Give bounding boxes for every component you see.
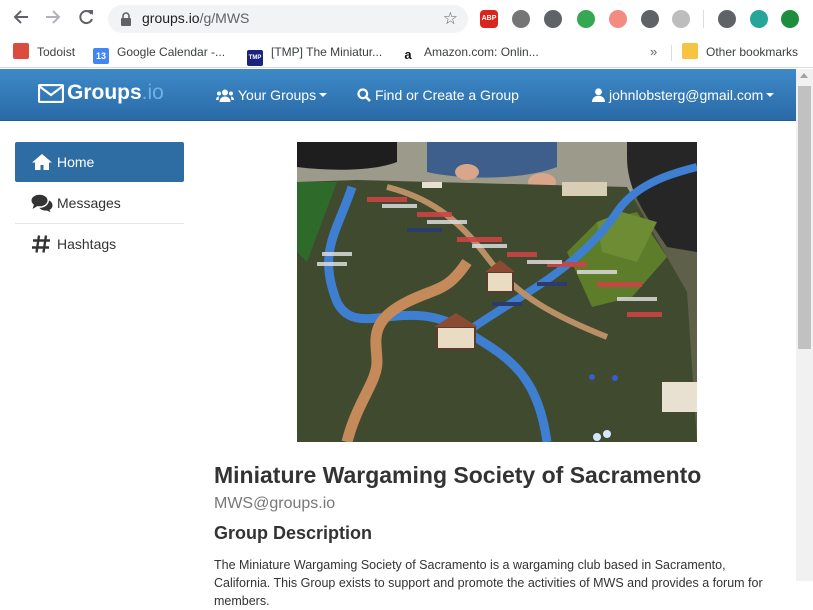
- bookmark-star-icon[interactable]: ☆: [443, 9, 458, 29]
- bookmark-google-calendar[interactable]: 13 Google Calendar -...: [93, 43, 226, 64]
- extension-circle-icon[interactable]: [641, 10, 659, 28]
- sidebar-item-home[interactable]: Home: [15, 142, 184, 182]
- other-bookmarks-folder[interactable]: Other bookmarks: [682, 43, 798, 61]
- amazon-icon: a: [400, 47, 416, 63]
- group-cover-photo: [297, 142, 697, 442]
- caret-down-icon: [766, 93, 775, 97]
- bookmark-separator: [671, 45, 672, 61]
- bookmark-label: Todoist: [37, 45, 76, 59]
- home-icon: [32, 154, 52, 170]
- logo-text: Groups: [67, 81, 142, 104]
- page-scrollbar[interactable]: [796, 69, 813, 581]
- find-create-label: Find or Create a Group: [375, 87, 519, 103]
- bookmark-label: Google Calendar -...: [117, 45, 226, 59]
- sidebar-item-label: Hashtags: [57, 236, 117, 252]
- cast-icon[interactable]: [718, 10, 736, 28]
- extension-pink-icon[interactable]: [609, 10, 627, 28]
- messages-icon: [31, 194, 53, 212]
- sidebar-item-label: Messages: [57, 195, 121, 211]
- google-calendar-icon: 13: [93, 48, 109, 64]
- bookmark-tmp[interactable]: TMP [TMP] The Miniatur...: [247, 43, 383, 66]
- hashtag-icon: [32, 235, 50, 253]
- find-create-group-link[interactable]: Find or Create a Group: [357, 86, 519, 104]
- address-bar[interactable]: groups.io/g/MWS ☆: [108, 5, 468, 33]
- group-title: Miniature Wargaming Society of Sacrament…: [214, 462, 702, 488]
- todoist-icon: [13, 43, 29, 59]
- reload-icon[interactable]: [75, 8, 97, 30]
- folder-icon: [682, 43, 698, 59]
- user-icon: [592, 88, 605, 102]
- browser-toolbar: groups.io/g/MWS ☆ ABP: [0, 0, 813, 37]
- scrollbar-thumb[interactable]: [798, 86, 811, 349]
- user-email-label: johnlobsterg@gmail.com: [609, 87, 764, 103]
- scroll-up-arrow-icon[interactable]: [800, 73, 808, 78]
- bookmark-amazon[interactable]: a Amazon.com: Onlin...: [400, 43, 539, 63]
- logo-suffix: .io: [141, 81, 164, 104]
- bookmark-todoist[interactable]: Todoist: [13, 43, 75, 61]
- group-email: MWS@groups.io: [214, 495, 336, 512]
- user-account-dropdown[interactable]: johnlobsterg@gmail.com: [592, 86, 775, 104]
- more-bookmarks-chevron-icon[interactable]: »: [650, 44, 657, 59]
- extension-teal-icon[interactable]: [750, 10, 768, 28]
- sidebar-item-label: Home: [57, 154, 95, 170]
- bookmark-label: Amazon.com: Onlin...: [424, 45, 539, 59]
- envelope-logo-icon: [38, 84, 64, 103]
- forward-arrow-icon[interactable]: [42, 8, 64, 30]
- your-groups-dropdown[interactable]: Your Groups: [216, 86, 328, 104]
- url-text: groups.io/g/MWS: [142, 10, 250, 26]
- group-description-heading: Group Description: [214, 523, 373, 543]
- extension-gray-icon[interactable]: [672, 10, 690, 28]
- caret-down-icon: [319, 93, 328, 97]
- pocket-icon[interactable]: [544, 10, 562, 28]
- sync-icon[interactable]: [577, 10, 595, 28]
- search-icon: [357, 88, 371, 102]
- bookmarks-bar: Todoist 13 Google Calendar -... TMP [TMP] …: [0, 37, 813, 68]
- extension-green-icon[interactable]: [781, 10, 799, 28]
- google-drive-icon[interactable]: [512, 10, 530, 28]
- your-groups-label: Your Groups: [238, 87, 317, 103]
- users-icon: [216, 89, 234, 102]
- sidebar-item-hashtags[interactable]: Hashtags: [15, 224, 184, 264]
- back-arrow-icon[interactable]: [10, 8, 32, 30]
- toolbar-separator: [703, 10, 704, 28]
- adblock-plus-icon[interactable]: ABP: [480, 10, 498, 28]
- site-navbar: Groups.io Your Groups Find or Create a G…: [0, 69, 796, 121]
- other-bookmarks-label: Other bookmarks: [706, 45, 799, 59]
- tmp-icon: TMP: [247, 50, 263, 66]
- sidebar-item-messages[interactable]: Messages: [15, 183, 184, 223]
- group-description-text: The Miniature Wargaming Society of Sacra…: [214, 558, 763, 608]
- lock-icon: [121, 12, 131, 26]
- bookmark-label: [TMP] The Miniatur...: [271, 45, 383, 59]
